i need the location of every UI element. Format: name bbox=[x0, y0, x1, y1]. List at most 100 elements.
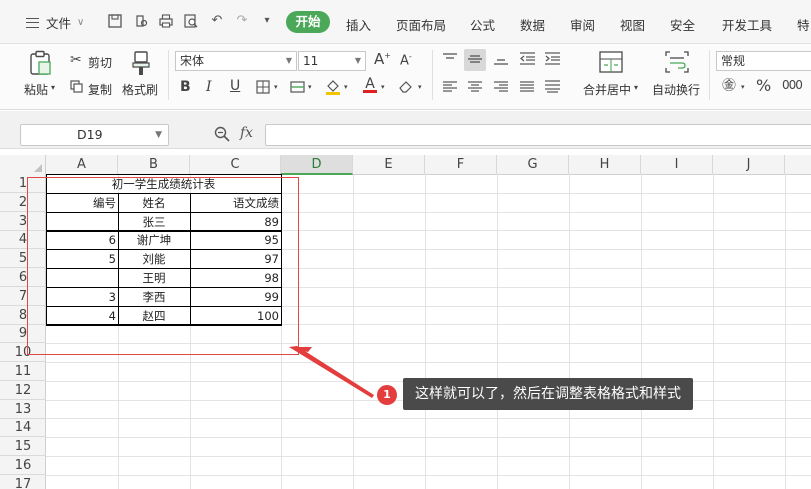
grid-line-vertical bbox=[713, 175, 714, 489]
row-header-11[interactable]: 11 bbox=[0, 363, 46, 381]
print-preview-icon[interactable] bbox=[134, 14, 148, 28]
decrease-font-icon[interactable]: A- bbox=[400, 53, 412, 68]
format-painter-icon bbox=[131, 50, 151, 78]
step-badge: 1 bbox=[377, 385, 397, 405]
tab-developer[interactable]: 开发工具 bbox=[722, 15, 772, 34]
tab-home[interactable]: 开始 bbox=[286, 11, 330, 33]
tab-page-layout[interactable]: 页面布局 bbox=[396, 15, 446, 34]
zoom-search-icon[interactable] bbox=[214, 126, 230, 146]
tab-formula[interactable]: 公式 bbox=[470, 15, 495, 34]
tab-review[interactable]: 审阅 bbox=[570, 15, 595, 34]
column-header-d[interactable]: D bbox=[281, 155, 353, 175]
font-size-select[interactable]: 11 ▼ bbox=[298, 51, 366, 71]
increase-font-icon[interactable]: A+ bbox=[374, 52, 391, 67]
chevron-down-icon: ▼ bbox=[285, 56, 292, 65]
row-header-16[interactable]: 16 bbox=[0, 457, 46, 475]
select-all-corner[interactable] bbox=[0, 155, 46, 175]
column-header-i[interactable]: I bbox=[641, 155, 713, 175]
column-header-b[interactable]: B bbox=[118, 155, 190, 175]
thousands-separator-icon[interactable]: 000 bbox=[782, 79, 803, 91]
column-header-f[interactable]: F bbox=[425, 155, 497, 175]
percent-icon[interactable]: % bbox=[756, 78, 771, 94]
paste-icon[interactable] bbox=[28, 50, 52, 78]
border-icon[interactable] bbox=[256, 80, 270, 96]
column-header-c[interactable]: C bbox=[190, 155, 281, 175]
paste-button[interactable]: 粘贴 bbox=[24, 81, 48, 98]
chevron-down-icon[interactable]: ▾ bbox=[274, 84, 278, 91]
row-header-17[interactable]: 17 bbox=[0, 476, 46, 489]
chevron-down-icon[interactable]: ▾ bbox=[308, 84, 312, 91]
align-right-icon[interactable] bbox=[494, 81, 508, 95]
tab-view[interactable]: 视图 bbox=[620, 15, 645, 34]
chevron-down-icon[interactable]: ▾ bbox=[634, 84, 638, 92]
merge-center-button[interactable]: 合并居中 bbox=[583, 81, 631, 98]
chevron-down-icon: ▼ bbox=[155, 130, 162, 140]
wrap-text-icon bbox=[665, 51, 689, 75]
distributed-align-icon[interactable] bbox=[545, 80, 560, 96]
ribbon-divider bbox=[432, 50, 433, 100]
tab-insert[interactable]: 插入 bbox=[346, 15, 371, 34]
eraser-icon[interactable] bbox=[398, 79, 414, 96]
formula-input[interactable] bbox=[265, 124, 811, 146]
font-color-icon[interactable]: A bbox=[363, 77, 377, 93]
copy-button[interactable]: 复制 bbox=[88, 81, 112, 98]
undo-icon[interactable]: ↶ bbox=[210, 14, 224, 28]
row-header-15[interactable]: 15 bbox=[0, 438, 46, 457]
file-menu[interactable]: 文件 ∨ bbox=[26, 13, 84, 32]
chevron-down-icon[interactable]: ▾ bbox=[741, 84, 745, 91]
column-header-a[interactable]: A bbox=[46, 155, 118, 175]
name-box[interactable]: D19 ▼ bbox=[20, 124, 169, 146]
cut-button[interactable]: 剪切 bbox=[88, 54, 112, 71]
align-bottom-icon[interactable] bbox=[494, 53, 508, 67]
scissors-icon: ✂ bbox=[70, 52, 82, 68]
toolbar-gap bbox=[0, 111, 811, 121]
grid-line-vertical bbox=[353, 175, 354, 489]
cell-style-icon[interactable] bbox=[290, 80, 305, 96]
save-icon[interactable] bbox=[108, 14, 122, 28]
font-name-value: 宋体 bbox=[180, 54, 205, 68]
font-name-select[interactable]: 宋体 ▼ bbox=[175, 51, 297, 71]
align-center-icon[interactable] bbox=[468, 81, 482, 95]
underline-icon[interactable]: U bbox=[230, 79, 240, 93]
column-header-h[interactable]: H bbox=[569, 155, 641, 175]
customize-dropdown-icon[interactable]: ▾ bbox=[260, 14, 274, 28]
chevron-down-icon[interactable]: ▾ bbox=[418, 84, 422, 91]
decrease-indent-icon[interactable] bbox=[520, 52, 535, 67]
align-left-icon[interactable] bbox=[443, 81, 457, 95]
row-header-14[interactable]: 14 bbox=[0, 419, 46, 438]
ribbon-toolbar: 粘贴 ▾ ✂ 剪切 复制 格式刷 宋体 ▼ 11 ▼ A+ A- B I U ▾… bbox=[0, 44, 811, 110]
column-header-g[interactable]: G bbox=[497, 155, 569, 175]
paste-dropdown-icon[interactable]: ▾ bbox=[51, 84, 55, 92]
preview-icon[interactable] bbox=[184, 14, 198, 28]
print-icon[interactable] bbox=[159, 14, 173, 28]
grid-line-vertical bbox=[569, 175, 570, 489]
bold-icon[interactable]: B bbox=[180, 80, 191, 94]
column-header-j[interactable]: J bbox=[713, 155, 785, 175]
fx-icon[interactable]: fx bbox=[240, 125, 253, 141]
grid-line-vertical bbox=[785, 175, 786, 489]
chevron-down-icon: ▼ bbox=[354, 56, 361, 65]
copy-icon bbox=[70, 80, 83, 95]
row-header-13[interactable]: 13 bbox=[0, 401, 46, 419]
tab-security[interactable]: 安全 bbox=[670, 15, 695, 34]
number-format-select[interactable]: 常规 bbox=[716, 51, 811, 71]
fill-color-icon[interactable] bbox=[325, 79, 341, 97]
highlight-frame bbox=[27, 177, 299, 355]
chevron-down-icon[interactable]: ▾ bbox=[381, 84, 385, 91]
tab-data[interactable]: 数据 bbox=[520, 15, 545, 34]
tab-overflow[interactable]: 特 bbox=[797, 15, 810, 34]
chevron-down-icon[interactable]: ▾ bbox=[344, 84, 348, 91]
grid-line-horizontal bbox=[46, 418, 811, 420]
currency-icon[interactable]: ㊎ bbox=[722, 79, 736, 93]
redo-icon[interactable]: ↷ bbox=[235, 14, 249, 28]
align-middle-icon[interactable] bbox=[468, 53, 482, 67]
italic-icon[interactable]: I bbox=[206, 80, 212, 94]
align-top-icon[interactable] bbox=[443, 53, 457, 67]
justify-icon[interactable] bbox=[520, 81, 534, 95]
increase-indent-icon[interactable] bbox=[545, 52, 560, 67]
column-header-e[interactable]: E bbox=[353, 155, 425, 175]
format-painter-button[interactable]: 格式刷 bbox=[122, 81, 158, 98]
row-header-12[interactable]: 12 bbox=[0, 382, 46, 400]
spreadsheet-grid[interactable]: ABCDEFGHIJ 1 2 3 4 5 6 7 8 9 10 11 12 13 14 15 16 17 初一学… bbox=[0, 155, 811, 489]
wrap-text-button[interactable]: 自动换行 bbox=[652, 81, 700, 98]
